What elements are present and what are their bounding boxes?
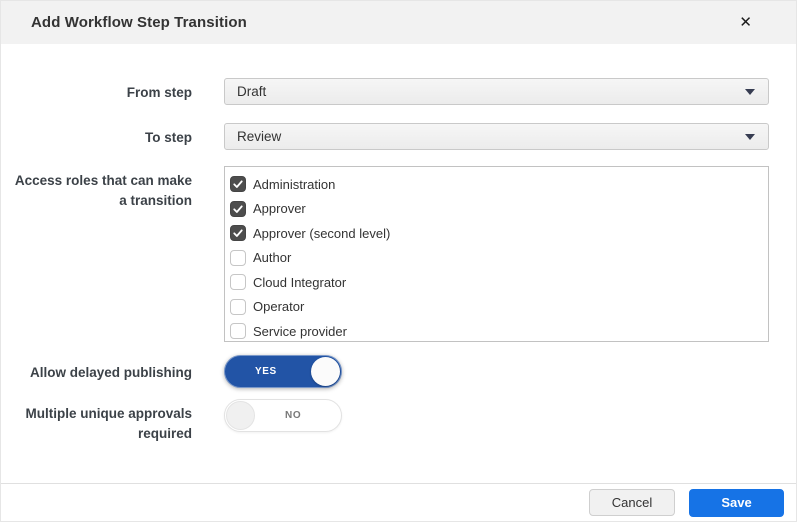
from-step-select[interactable]: Draft xyxy=(224,78,769,105)
checkbox-unchecked-icon[interactable] xyxy=(230,323,246,339)
role-label: Operator xyxy=(253,299,304,314)
save-button[interactable]: Save xyxy=(689,489,784,517)
role-checkbox-item[interactable]: Operator xyxy=(225,295,768,320)
role-checkbox-item[interactable]: Service provider xyxy=(225,319,768,342)
access-roles-row: Access roles that can make a transition … xyxy=(1,166,796,342)
from-step-row: From step Draft xyxy=(1,78,796,105)
from-step-value: Draft xyxy=(237,84,266,99)
role-label: Author xyxy=(253,250,291,265)
checkbox-unchecked-icon[interactable] xyxy=(230,250,246,266)
role-checkbox-item[interactable]: Cloud Integrator xyxy=(225,270,768,295)
role-label: Service provider xyxy=(253,324,347,339)
multiple-unique-approvals-label: Multiple unique approvals required xyxy=(1,399,192,443)
dialog-form: From step Draft To step Review Access ro… xyxy=(1,44,796,443)
to-step-row: To step Review xyxy=(1,123,796,150)
cancel-button[interactable]: Cancel xyxy=(589,489,675,516)
checkbox-unchecked-icon[interactable] xyxy=(230,274,246,290)
toggle-knob[interactable] xyxy=(311,357,340,386)
toggle-state-label: NO xyxy=(285,410,301,421)
from-step-label: From step xyxy=(1,78,192,105)
add-workflow-step-transition-dialog: Add Workflow Step Transition ✕ From step… xyxy=(0,0,797,522)
access-roles-listbox[interactable]: Administration Approver Approver (second l… xyxy=(224,166,769,342)
role-checkbox-item[interactable]: Author xyxy=(225,246,768,271)
role-checkbox-item[interactable]: Approver (second level) xyxy=(225,221,768,246)
allow-delayed-publishing-label: Allow delayed publishing xyxy=(1,355,192,388)
multiple-unique-approvals-row: Multiple unique approvals required NO xyxy=(1,399,796,443)
role-label: Approver xyxy=(253,201,306,216)
dialog-title: Add Workflow Step Transition xyxy=(31,14,247,31)
close-icon[interactable]: ✕ xyxy=(733,11,758,34)
role-checkbox-item[interactable]: Approver xyxy=(225,197,768,222)
dialog-header: Add Workflow Step Transition ✕ xyxy=(1,1,796,44)
role-checkbox-item[interactable]: Administration xyxy=(225,172,768,197)
to-step-label: To step xyxy=(1,123,192,150)
role-label: Approver (second level) xyxy=(253,226,390,241)
multiple-unique-approvals-toggle[interactable]: NO xyxy=(224,399,342,432)
allow-delayed-publishing-toggle[interactable]: YES xyxy=(224,355,342,388)
to-step-select[interactable]: Review xyxy=(224,123,769,150)
to-step-value: Review xyxy=(237,129,281,144)
chevron-down-icon xyxy=(745,89,755,95)
checkbox-checked-icon[interactable] xyxy=(230,176,246,192)
checkbox-checked-icon[interactable] xyxy=(230,201,246,217)
chevron-down-icon xyxy=(745,134,755,140)
toggle-knob[interactable] xyxy=(226,401,255,430)
checkbox-checked-icon[interactable] xyxy=(230,225,246,241)
dialog-footer: Cancel Save xyxy=(1,483,796,521)
role-label: Cloud Integrator xyxy=(253,275,346,290)
access-roles-label: Access roles that can make a transition xyxy=(1,166,192,342)
allow-delayed-publishing-row: Allow delayed publishing YES xyxy=(1,355,796,388)
toggle-state-label: YES xyxy=(255,366,277,377)
checkbox-unchecked-icon[interactable] xyxy=(230,299,246,315)
role-label: Administration xyxy=(253,177,335,192)
